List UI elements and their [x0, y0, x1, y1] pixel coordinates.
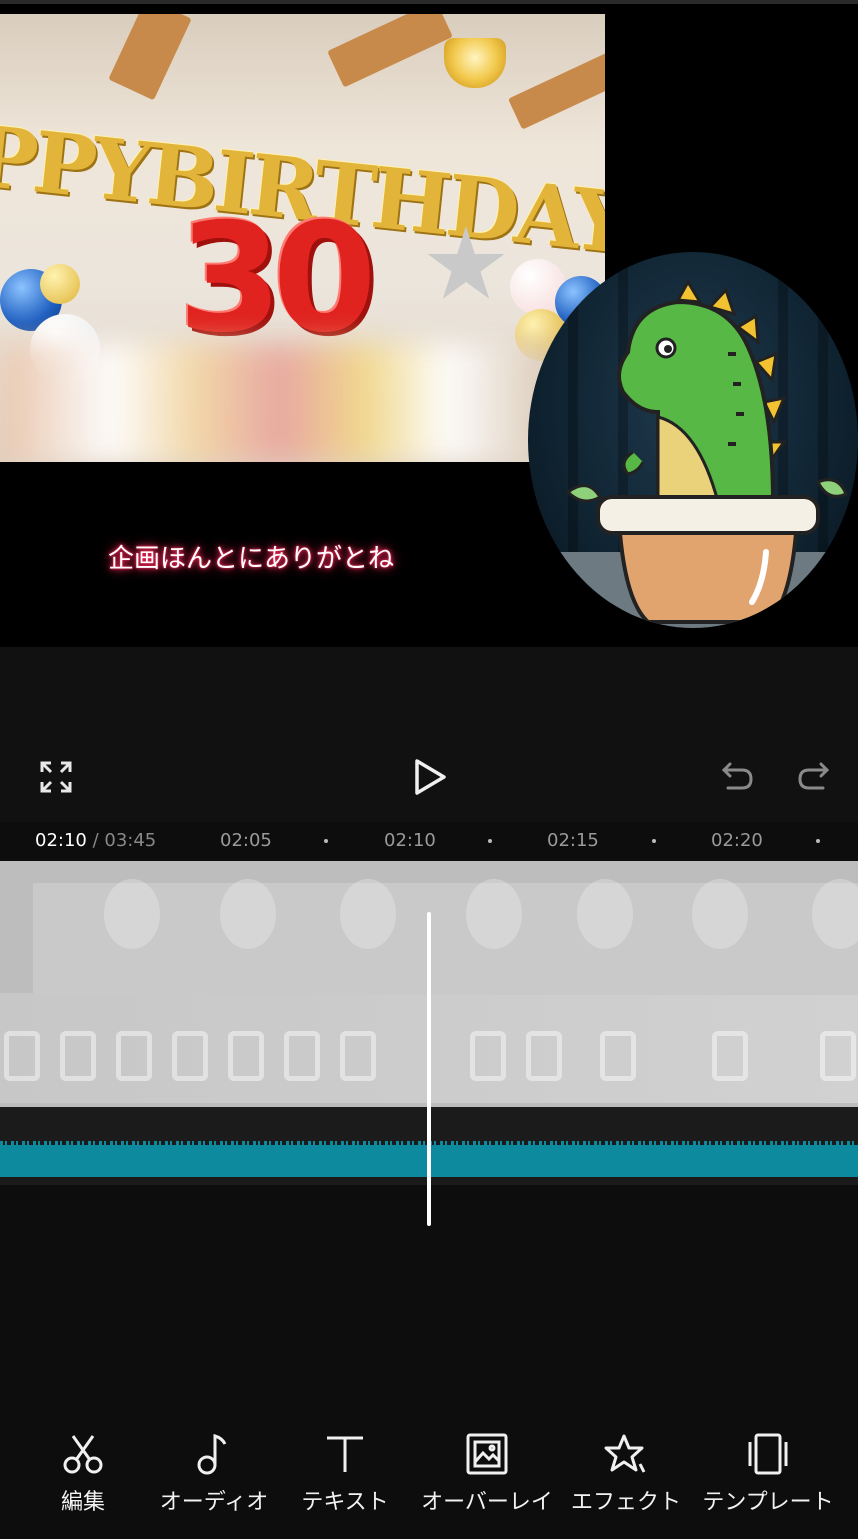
play-icon[interactable]: [406, 753, 454, 801]
preview-photo: PPYBIRTHDAY 30: [0, 14, 605, 462]
thumbnail-frame: [712, 1031, 748, 1081]
ceiling-beam: [327, 14, 453, 88]
tool-edit[interactable]: 編集: [13, 1432, 153, 1516]
tool-overlay[interactable]: オーバーレイ: [417, 1432, 557, 1516]
redo-icon[interactable]: [793, 755, 835, 797]
thumbnail-balloon: [577, 879, 633, 949]
player-controls: [0, 647, 858, 822]
tool-effect[interactable]: エフェクト: [556, 1432, 696, 1516]
ruler-tick-label: 02:20: [711, 830, 763, 851]
tool-label: オーバーレイ: [421, 1490, 553, 1515]
thumbnail-frame: [228, 1031, 264, 1081]
thumbnail-frame: [526, 1031, 562, 1081]
thumbnail-balloon: [692, 879, 748, 949]
tool-label: エフェクト: [570, 1490, 681, 1515]
thumbnail-frame: [600, 1031, 636, 1081]
fullscreen-expand-icon[interactable]: [34, 755, 78, 799]
overlay-image-icon: [466, 1433, 508, 1475]
dinosaur-sticker-overlay[interactable]: [528, 252, 858, 628]
video-preview[interactable]: PPYBIRTHDAY 30 企画ほんとにありがとね: [0, 0, 858, 647]
time-separator: /: [86, 830, 105, 851]
tool-label: テンプレート: [702, 1490, 834, 1515]
thumbnail-frame: [172, 1031, 208, 1081]
scissors-icon: [63, 1435, 103, 1474]
thumbnail-balloon: [466, 879, 522, 949]
thumbnail-frame: [340, 1031, 376, 1081]
thumbnail-balloon: [220, 879, 276, 949]
ruler-dot: [816, 839, 820, 843]
thumbnail-frame: [470, 1031, 506, 1081]
thumbnail-balloon: [104, 879, 160, 949]
ruler-dot: [652, 839, 656, 843]
dinosaur-icon: [528, 279, 858, 628]
tool-label: オーディオ: [159, 1490, 269, 1515]
ruler-dot: [324, 839, 328, 843]
gold-balloon: [40, 264, 80, 304]
tool-label: テキスト: [301, 1490, 389, 1515]
playhead[interactable]: [427, 912, 431, 1226]
ceiling-beam: [507, 52, 605, 130]
ruler-dot: [488, 839, 492, 843]
ruler-tick-label: 02:15: [547, 830, 599, 851]
tool-audio[interactable]: オーディオ: [144, 1432, 284, 1516]
total-time: 03:45: [104, 830, 157, 851]
blurred-region: [0, 344, 560, 462]
thumbnail-frame: [60, 1031, 96, 1081]
undo-icon[interactable]: [716, 755, 758, 797]
thumbnail-frame: [116, 1031, 152, 1081]
thumbnail-frame: [4, 1031, 40, 1081]
thumbnail-balloon: [340, 879, 396, 949]
number-balloon: 30: [178, 192, 377, 366]
music-note-icon: [197, 1434, 227, 1475]
time-display: 02:10 / 03:45: [35, 830, 156, 851]
ruler-tick-label: 02:05: [220, 830, 272, 851]
current-time: 02:10: [35, 830, 87, 851]
tool-label: 編集: [60, 1490, 105, 1515]
text-icon: [327, 1436, 363, 1472]
template-icon: [748, 1433, 788, 1475]
ceiling-beam: [108, 14, 192, 101]
subtitle-text[interactable]: 企画ほんとにありがとね: [108, 538, 394, 575]
thumbnail-frame: [820, 1031, 856, 1081]
ruler-tick-label: 02:10: [384, 830, 436, 851]
tool-text[interactable]: テキスト: [275, 1432, 415, 1516]
effect-star-icon: [604, 1434, 646, 1473]
status-divider: [0, 0, 858, 4]
ceiling-lamp: [444, 38, 506, 88]
tool-template[interactable]: テンプレート: [698, 1432, 838, 1516]
thumbnail-frame: [284, 1031, 320, 1081]
